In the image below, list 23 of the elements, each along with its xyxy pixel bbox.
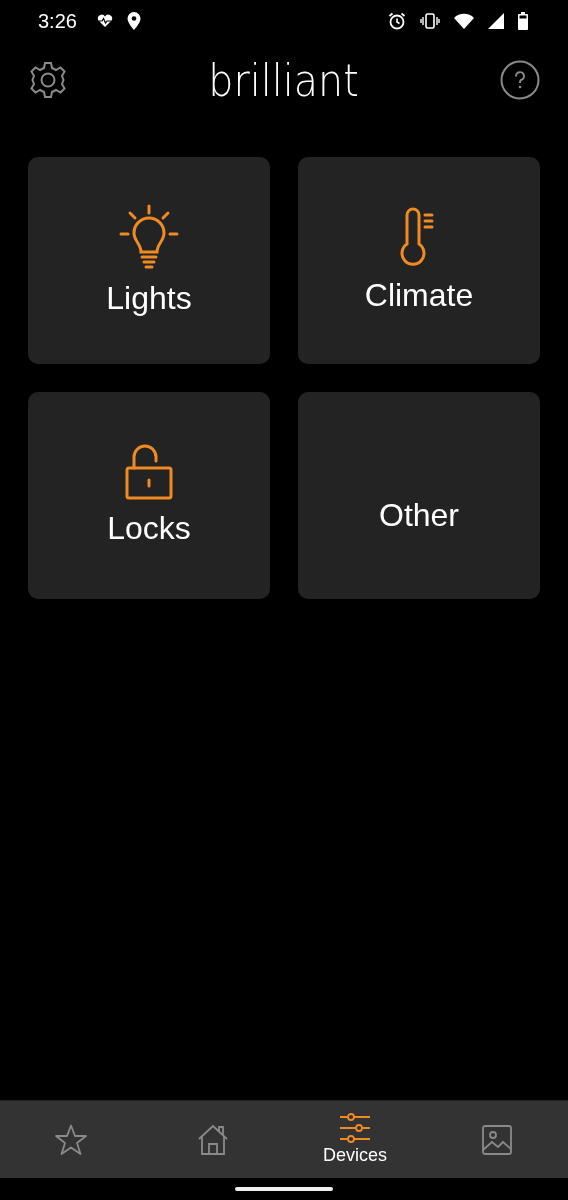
category-tile[interactable]: Climate (298, 157, 540, 364)
status-time: 3:26 (38, 9, 77, 33)
help-icon (500, 60, 540, 100)
help-button[interactable] (498, 58, 542, 102)
wifi-icon (454, 13, 474, 29)
star-icon (54, 1123, 88, 1156)
alarm-icon (388, 12, 406, 30)
brand-logo: brilliant (208, 54, 360, 106)
light-bulb-icon (118, 204, 180, 270)
sliders-icon (339, 1113, 371, 1143)
category-tile[interactable]: Other (298, 392, 540, 599)
category-tile[interactable]: Locks (28, 392, 270, 599)
vibrate-icon (420, 13, 440, 29)
settings-icon (28, 60, 68, 100)
category-tile[interactable]: Lights (28, 157, 270, 364)
heart-rate-icon (96, 14, 113, 28)
nav-tab[interactable]: Devices (284, 1101, 426, 1178)
image-icon (482, 1124, 512, 1155)
battery-icon (518, 12, 528, 30)
home-icon (197, 1123, 229, 1156)
unlocked-padlock-icon (124, 444, 174, 500)
location-pin-icon (126, 12, 141, 30)
signal-icon (488, 13, 504, 29)
